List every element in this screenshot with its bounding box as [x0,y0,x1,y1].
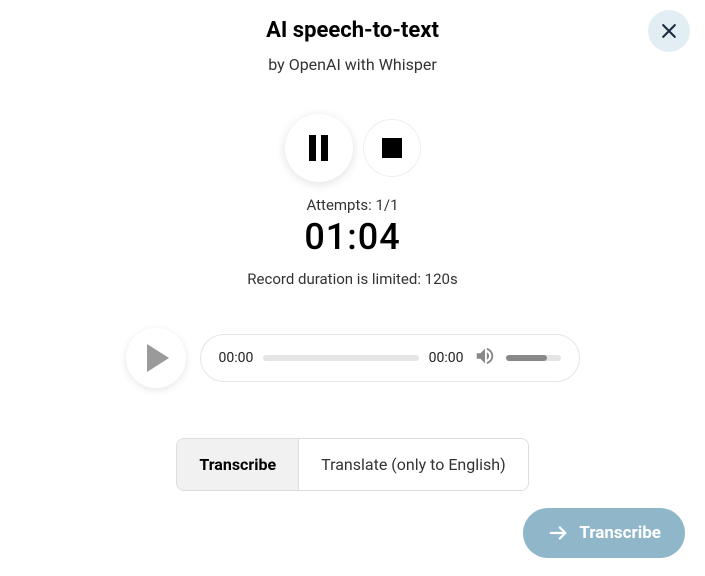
current-time: 00:00 [219,350,254,366]
volume-fill [506,355,547,361]
submit-label: Transcribe [579,523,661,543]
page-title: AI speech-to-text [266,18,439,43]
total-time: 00:00 [429,350,464,366]
play-icon [147,344,169,372]
tab-translate[interactable]: Translate (only to English) [298,439,528,490]
play-button[interactable] [126,328,186,388]
pause-button[interactable] [285,114,353,182]
recording-timer: 01:04 [304,216,400,258]
audio-bar: 00:00 00:00 [200,334,580,382]
close-button[interactable] [648,10,690,52]
progress-slider[interactable] [263,355,418,361]
duration-limit-text: Record duration is limited: 120s [247,270,457,288]
main-container: AI speech-to-text by OpenAI with Whisper… [0,0,705,491]
arrow-right-icon [547,522,569,544]
volume-slider[interactable] [506,355,561,361]
pause-icon [309,135,328,161]
tab-transcribe[interactable]: Transcribe [177,439,298,490]
mode-tabs: Transcribe Translate (only to English) [176,438,528,491]
volume-icon[interactable] [474,345,496,371]
close-icon [659,21,679,41]
stop-button[interactable] [363,119,421,177]
stop-icon [382,138,402,158]
attempts-label: Attempts: 1/1 [306,196,398,214]
transcribe-submit-button[interactable]: Transcribe [523,508,685,558]
page-subtitle: by OpenAI with Whisper [268,55,436,74]
recorder-controls [285,114,421,182]
audio-player: 00:00 00:00 [126,328,580,388]
